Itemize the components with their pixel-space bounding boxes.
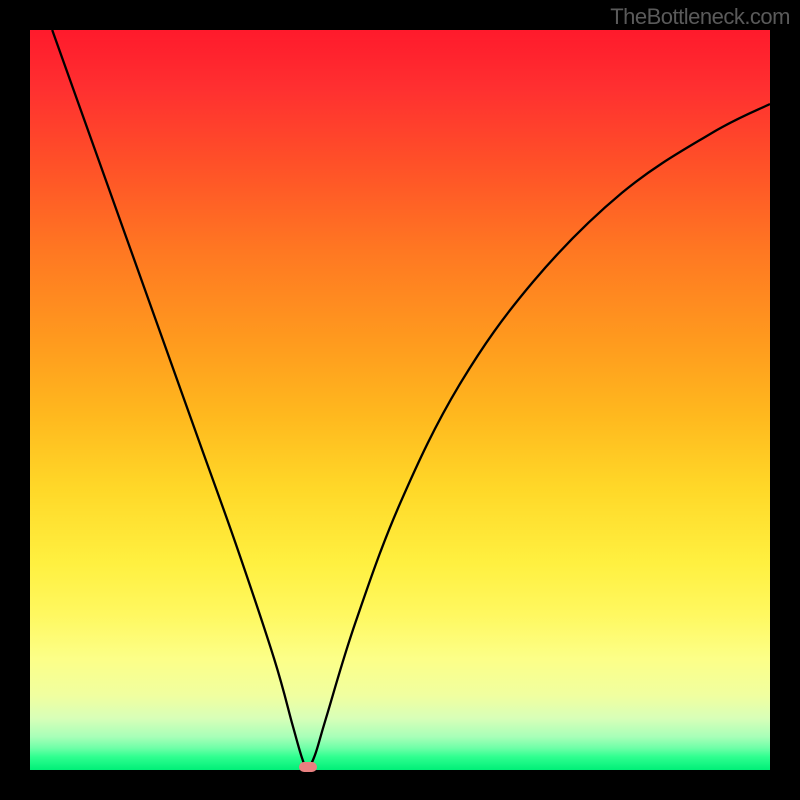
watermark-text: TheBottleneck.com xyxy=(610,4,790,30)
chart-plot-area xyxy=(30,30,770,770)
bottleneck-curve xyxy=(30,30,770,770)
minimum-marker xyxy=(299,762,317,772)
